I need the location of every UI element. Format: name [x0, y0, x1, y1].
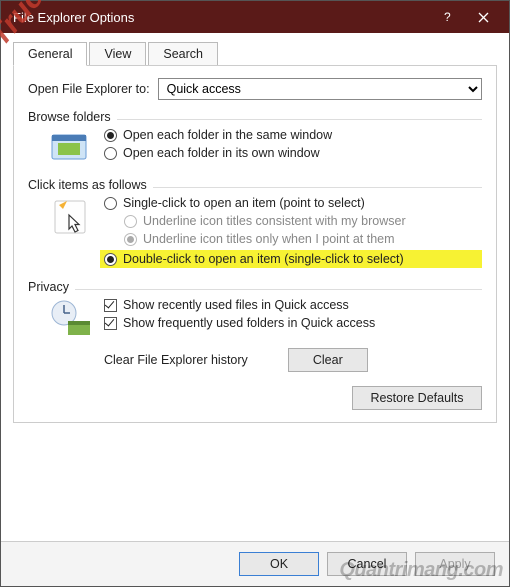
- radio-icon: [124, 215, 137, 228]
- clear-history-label: Clear File Explorer history: [104, 353, 248, 367]
- recent-files-checkbox[interactable]: Show recently used files in Quick access: [104, 298, 482, 312]
- ok-button[interactable]: OK: [239, 552, 319, 576]
- restore-defaults-button[interactable]: Restore Defaults: [352, 386, 482, 410]
- radio-icon: [104, 197, 117, 210]
- click-items-title: Click items as follows: [28, 178, 147, 192]
- privacy-icon: [48, 298, 94, 340]
- cancel-button[interactable]: Cancel: [327, 552, 407, 576]
- tab-view[interactable]: View: [89, 42, 146, 66]
- open-to-row: Open File Explorer to: Quick access: [28, 78, 482, 100]
- browse-folders-title: Browse folders: [28, 110, 111, 124]
- click-items-group: Single-click to open an item (point to s…: [48, 196, 482, 272]
- radio-icon: [104, 253, 117, 266]
- tab-search[interactable]: Search: [148, 42, 218, 66]
- tab-strip: General View Search: [13, 41, 497, 65]
- browse-same-window-option[interactable]: Open each folder in the same window: [104, 128, 482, 142]
- tab-general[interactable]: General: [13, 42, 87, 66]
- double-click-option[interactable]: Double-click to open an item (single-cli…: [100, 250, 482, 268]
- open-to-label: Open File Explorer to:: [28, 82, 150, 96]
- clear-button[interactable]: Clear: [288, 348, 368, 372]
- radio-icon: [124, 233, 137, 246]
- browse-folders-icon: [48, 128, 94, 170]
- underline-point-option: Underline icon titles only when I point …: [124, 232, 482, 246]
- underline-browser-option: Underline icon titles consistent with my…: [124, 214, 482, 228]
- privacy-title: Privacy: [28, 280, 69, 294]
- window-title: File Explorer Options: [13, 10, 429, 25]
- privacy-group: Show recently used files in Quick access…: [48, 298, 482, 340]
- help-button[interactable]: ?: [429, 5, 465, 29]
- general-panel: Open File Explorer to: Quick access Brow…: [13, 65, 497, 423]
- titlebar: File Explorer Options ?: [1, 1, 509, 33]
- check-icon: [104, 317, 117, 330]
- window-controls: ?: [429, 5, 501, 29]
- apply-button[interactable]: Apply: [415, 552, 495, 576]
- radio-icon: [104, 129, 117, 142]
- dialog-footer: OK Cancel Apply: [1, 541, 509, 586]
- close-button[interactable]: [465, 5, 501, 29]
- svg-text:?: ?: [444, 11, 451, 23]
- open-to-select[interactable]: Quick access: [158, 78, 482, 100]
- dialog-body: General View Search Open File Explorer t…: [1, 33, 509, 541]
- radio-icon: [104, 147, 117, 160]
- browse-folders-group: Open each folder in the same window Open…: [48, 128, 482, 170]
- file-explorer-options-window: Truongtin.top File Explorer Options ? Ge…: [0, 0, 510, 587]
- frequent-folders-checkbox[interactable]: Show frequently used folders in Quick ac…: [104, 316, 482, 330]
- click-items-icon: [48, 196, 94, 238]
- clear-history-row: Clear File Explorer history Clear: [104, 348, 482, 372]
- single-click-option[interactable]: Single-click to open an item (point to s…: [104, 196, 482, 210]
- browse-own-window-option[interactable]: Open each folder in its own window: [104, 146, 482, 160]
- check-icon: [104, 299, 117, 312]
